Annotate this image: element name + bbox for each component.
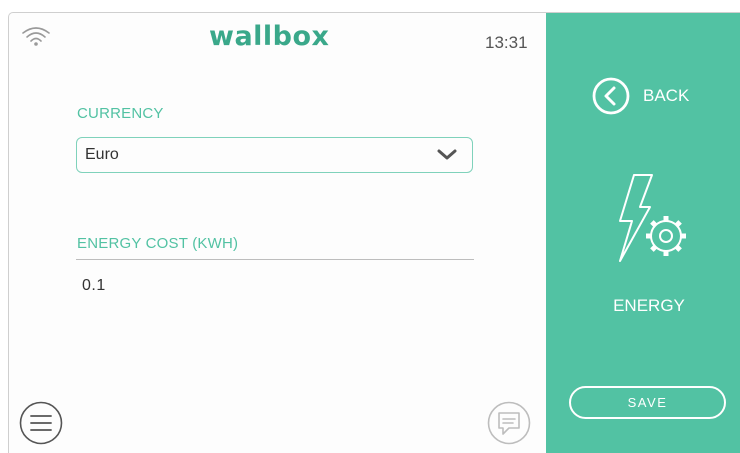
- back-arrow-icon: [592, 77, 630, 115]
- back-label: BACK: [643, 86, 690, 105]
- clock: 13:31: [485, 33, 528, 52]
- back-button[interactable]: BACK: [592, 77, 702, 117]
- chat-icon[interactable]: [487, 401, 531, 445]
- save-button[interactable]: SAVE: [569, 386, 726, 419]
- currency-selected-value: Euro: [85, 146, 119, 163]
- main-panel: wallbox 13:31 CURRENCY Euro ENERGY COST …: [9, 13, 546, 453]
- menu-icon[interactable]: [19, 401, 63, 445]
- chevron-down-icon: [437, 149, 457, 160]
- wifi-icon: [22, 27, 50, 46]
- energy-cost-underline: [76, 259, 474, 260]
- section-title: ENERGY: [613, 296, 685, 315]
- wallbox-logo: wallbox: [209, 21, 330, 52]
- energy-cost-label: ENERGY COST (KWH): [77, 235, 239, 252]
- energy-settings-icon: [619, 174, 686, 262]
- side-panel: BACK ENERGY SAVE: [546, 13, 740, 453]
- currency-select[interactable]: Euro: [76, 137, 473, 173]
- energy-cost-input[interactable]: 0.1: [82, 277, 106, 295]
- screen: wallbox 13:31 CURRENCY Euro ENERGY COST …: [8, 12, 740, 453]
- currency-label: CURRENCY: [77, 105, 164, 122]
